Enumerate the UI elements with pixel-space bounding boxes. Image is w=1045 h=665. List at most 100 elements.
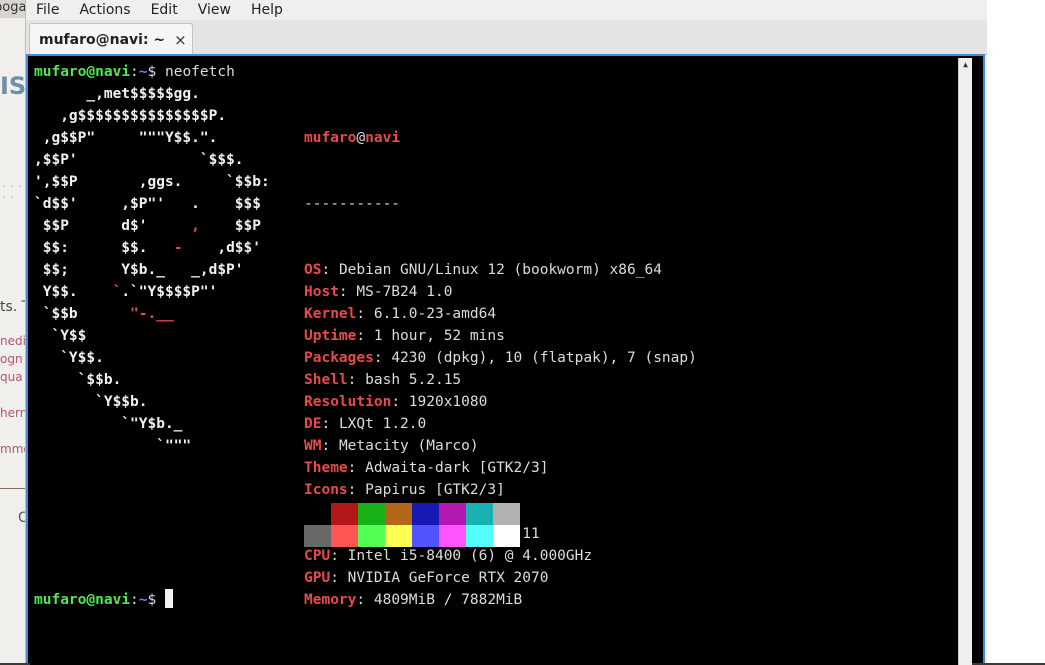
info-row: Host: MS-7B24 1.0 bbox=[304, 281, 697, 303]
info-row: Uptime: 1 hour, 52 mins bbox=[304, 325, 697, 347]
info-value: Papirus [GTK2/3] bbox=[365, 482, 505, 498]
info-row: Packages: 4230 (dpkg), 10 (flatpak), 7 (… bbox=[304, 347, 697, 369]
info-key: Uptime bbox=[304, 328, 357, 344]
ascii-line: `"Y$b._ bbox=[34, 416, 183, 432]
info-value: Metacity (Marco) bbox=[338, 438, 479, 454]
scroll-up-icon[interactable]: ▲ bbox=[959, 58, 972, 72]
ascii-line: `$$b. bbox=[34, 372, 122, 388]
background-text-fragment: qua bbox=[0, 370, 23, 384]
color-swatch bbox=[412, 503, 439, 525]
ascii-line: Y$$. `.`"Y$$$$P"' bbox=[34, 284, 218, 300]
info-key: WM bbox=[304, 438, 322, 454]
menu-edit[interactable]: Edit bbox=[141, 0, 188, 20]
prompt-at: @ bbox=[86, 64, 96, 80]
info-colon: : bbox=[347, 482, 366, 498]
color-swatch bbox=[331, 525, 358, 547]
ascii-line: ,g$$$$$$$$$$$$$$$P. bbox=[34, 108, 227, 124]
ascii-line: `d$$' ,$P"' . $$$ bbox=[34, 196, 261, 212]
info-key: Theme bbox=[304, 460, 348, 476]
info-row: OS: Debian GNU/Linux 12 (bookworm) x86_6… bbox=[304, 259, 697, 281]
prompt-path: ~ bbox=[138, 592, 148, 608]
background-text-fragment: nedi bbox=[0, 334, 26, 348]
info-value: 1 hour, 52 mins bbox=[373, 328, 505, 344]
menu-file[interactable]: File bbox=[26, 0, 69, 20]
prompt-user: mufaro bbox=[34, 64, 87, 80]
palette-bright-row bbox=[304, 525, 520, 547]
debian-ascii-logo: _,met$$$$$gg. ,g$$$$$$$$$$$$$$$P. ,g$$P"… bbox=[34, 83, 270, 457]
close-icon[interactable]: × bbox=[174, 31, 187, 49]
tab-title: mufaro@navi: ~ bbox=[39, 31, 166, 48]
prompt-line: mufaro@navi:~$ neofetch bbox=[34, 61, 235, 83]
info-value: 1920x1080 bbox=[408, 394, 488, 410]
info-value: Debian GNU/Linux 12 (bookworm) x86_64 bbox=[338, 262, 662, 278]
info-value: MS-7B24 1.0 bbox=[356, 284, 453, 300]
info-row: Kernel: 6.1.0-23-amd64 bbox=[304, 303, 697, 325]
ascii-line: $$: $$. - ,d$$' bbox=[34, 240, 261, 256]
info-value: Adwaita-dark [GTK2/3] bbox=[365, 460, 549, 476]
menu-help[interactable]: Help bbox=[241, 0, 293, 20]
prompt-line: mufaro@navi:~$ bbox=[34, 589, 173, 611]
color-swatch bbox=[466, 503, 493, 525]
prompt-colon: : bbox=[130, 64, 139, 80]
menu-bar: File Actions Edit View Help bbox=[26, 0, 987, 20]
info-value: 6.1.0-23-amd64 bbox=[373, 306, 497, 322]
info-colon: : bbox=[391, 394, 409, 410]
info-colon: : bbox=[338, 284, 357, 300]
color-swatch bbox=[358, 525, 385, 547]
info-value: 4230 (dpkg), 10 (flatpak), 7 (snap) bbox=[391, 350, 697, 366]
info-colon: : bbox=[347, 372, 366, 388]
color-swatch bbox=[466, 525, 493, 547]
terminal-frame: mufaro@navi:~$ neofetch _,met$$$$$gg. ,g… bbox=[26, 54, 985, 665]
ascii-line: ,$$P' `$$$. bbox=[34, 152, 244, 168]
color-swatch bbox=[412, 525, 439, 547]
desktop-background bbox=[986, 0, 1045, 663]
tab-bar: mufaro@navi: ~ × bbox=[26, 20, 987, 55]
vertical-scrollbar[interactable]: ▲ bbox=[958, 58, 972, 665]
color-swatch bbox=[304, 525, 331, 547]
ascii-line: `Y$$ bbox=[34, 328, 87, 344]
color-swatch bbox=[385, 503, 412, 525]
prompt-dollar: $ bbox=[147, 64, 165, 80]
text-cursor bbox=[164, 589, 173, 608]
info-colon: : bbox=[347, 460, 366, 476]
info-key: Resolution bbox=[304, 394, 392, 410]
info-row: DE: LXQt 1.2.0 bbox=[304, 413, 697, 435]
info-colon: : bbox=[356, 306, 374, 322]
terminal-output[interactable]: mufaro@navi:~$ neofetch _,met$$$$$gg. ,g… bbox=[30, 58, 972, 665]
ascii-line: `""" bbox=[34, 438, 192, 454]
info-separator: ----------- bbox=[304, 196, 401, 212]
color-swatch bbox=[493, 503, 520, 525]
info-row: Shell: bash 5.2.15 bbox=[304, 369, 697, 391]
info-key: Kernel bbox=[304, 306, 357, 322]
tab-terminal[interactable]: mufaro@navi: ~ × bbox=[29, 23, 193, 55]
menu-view[interactable]: View bbox=[188, 0, 241, 20]
color-swatch bbox=[331, 503, 358, 525]
info-key: Shell bbox=[304, 372, 348, 388]
ascii-line: _,met$$$$$gg. bbox=[34, 86, 200, 102]
ascii-line: `Y$$b. bbox=[34, 394, 148, 410]
menu-actions[interactable]: Actions bbox=[69, 0, 140, 20]
ascii-line: `Y$$. bbox=[34, 350, 104, 366]
info-header: mufaro@navi bbox=[304, 127, 697, 149]
info-value: LXQt 1.2.0 bbox=[338, 416, 427, 432]
background-heading-fragment: IS bbox=[0, 72, 27, 100]
ascii-line: ,g$$P" """Y$$.". bbox=[34, 130, 218, 146]
info-key: Host bbox=[304, 284, 339, 300]
background-title-fragment: boga bbox=[0, 0, 27, 15]
info-colon: : bbox=[356, 592, 374, 608]
prompt-colon: : bbox=[130, 592, 139, 608]
info-key: Packages bbox=[304, 350, 374, 366]
info-at: @ bbox=[356, 130, 366, 146]
info-value: bash 5.2.15 bbox=[365, 372, 462, 388]
prompt-host: navi bbox=[95, 592, 131, 608]
info-row: CPU: Intel i5-8400 (6) @ 4.000GHz bbox=[304, 545, 697, 567]
info-row: Memory: 4809MiB / 7882MiB bbox=[304, 589, 697, 611]
info-key: DE bbox=[304, 416, 322, 432]
info-colon: : bbox=[373, 350, 392, 366]
terminal-window: File Actions Edit View Help mufaro@navi:… bbox=[25, 0, 987, 665]
prompt-at: @ bbox=[86, 592, 96, 608]
background-text-fragment: hern bbox=[0, 406, 28, 420]
info-colon: : bbox=[321, 262, 339, 278]
info-colon: : bbox=[330, 570, 348, 586]
color-swatch bbox=[493, 525, 520, 547]
